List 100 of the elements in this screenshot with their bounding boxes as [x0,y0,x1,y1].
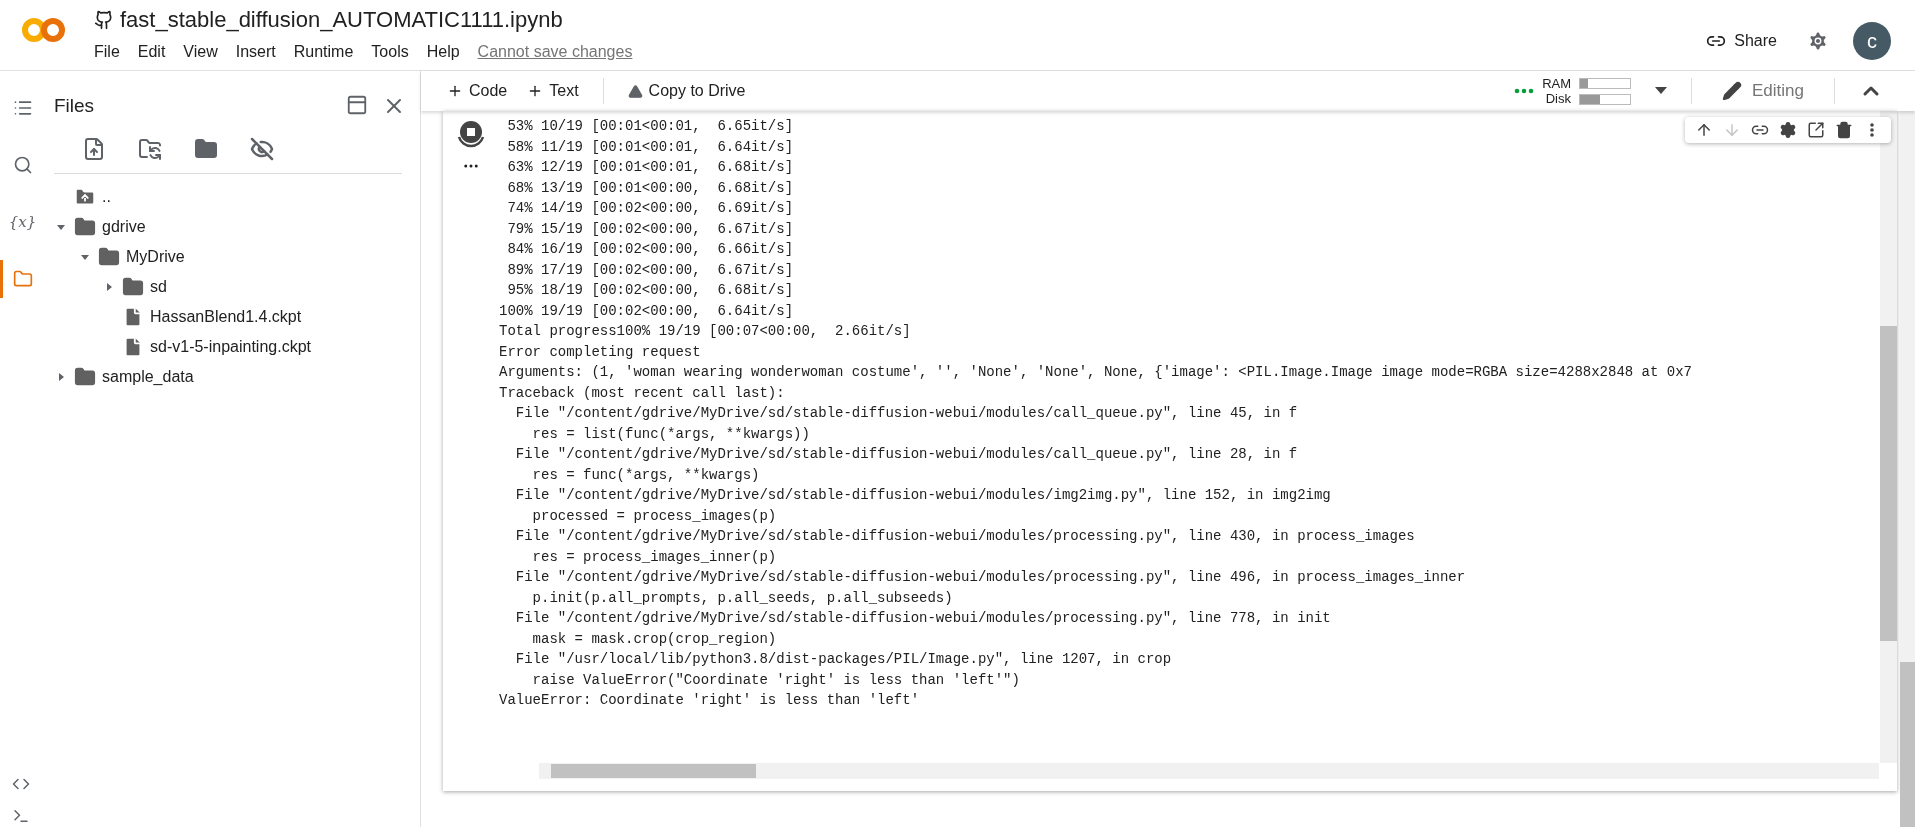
output-line: res = list(func(*args, **kwargs)) [531,424,810,444]
search-icon [12,155,33,175]
dropdown-caret-icon [1655,87,1667,95]
drive-icon [627,83,643,99]
output-line: Error completing request [499,342,701,362]
window-icon [346,94,368,116]
folder-icon [74,366,96,388]
toolbar-button[interactable]: Text [517,78,589,104]
menu-item[interactable]: Runtime [285,43,362,61]
gear-icon [1779,121,1797,139]
account-avatar[interactable]: c [1853,22,1891,60]
output-line: Total progress100% 19/19 [00:07<00:00, 2.66it/s] [499,322,911,341]
pencil-icon [1722,81,1742,101]
file-name: MyDrive [126,248,185,266]
collapse-caret-icon[interactable] [56,222,66,232]
terminal-icon[interactable] [12,807,30,825]
page-scrollbar[interactable] [1900,111,1915,827]
menu-item[interactable]: Insert [227,43,284,61]
output-line: File "/content/gdrive/MyDrive/sd/stable-diffusion-webui/modules/call_queue.py", line 45, in f [514,404,1298,423]
folder-icon [194,137,218,161]
file-tree-item[interactable]: gdrive [42,212,420,242]
variables-button[interactable]: {x} [0,203,42,241]
output-line: File "/content/gdrive/MyDrive/sd/stable-diffusion-webui/modules/processing.py", line 496, in process_images_inner [514,568,1466,587]
output-line: File "/content/gdrive/MyDrive/sd/stable-diffusion-webui/modules/processing.py", line 430, in process_images [514,527,1415,546]
arrow-down-icon [1723,121,1741,139]
save-notice-link[interactable]: Cannot save changes [477,43,633,61]
output-line: processed = process_images(p) [531,506,777,526]
notebook-title[interactable]: fast_stable_diffusion_AUTOMATIC1111.ipynb [120,7,563,33]
menu-icon [12,98,33,118]
expand-caret-icon[interactable] [104,282,114,292]
file-tree-item[interactable]: sd [42,272,420,302]
file-name: sd [150,278,167,296]
output-line: 74% 14/19 [00:02<00:00, 6.69it/s] [506,199,794,218]
output-line: Traceback (most recent call last): [499,383,785,403]
file-tree-item[interactable]: .. [42,182,420,212]
output-line: raise ValueError("Coordinate 'right' is less than 'left'") [531,670,1020,690]
output-line: 95% 18/19 [00:02<00:00, 6.68it/s] [506,281,794,300]
output-line: mask = mask.crop(crop_region) [531,629,777,649]
disk-label: Disk [1545,91,1571,106]
file-name: gdrive [102,218,146,236]
github-icon [94,10,114,30]
output-line: File "/content/gdrive/MyDrive/sd/stable-diffusion-webui/modules/call_queue.py", line 28, in f [514,445,1298,464]
menu-item[interactable]: Edit [129,43,174,61]
toolbar-button[interactable]: Code [437,78,518,104]
output-line: 89% 17/19 [00:02<00:00, 6.67it/s] [506,260,794,280]
move-up-button[interactable] [1695,121,1713,139]
panel-title: Files [54,95,95,117]
trash-icon [1835,121,1853,139]
share-button[interactable]: Share [1700,27,1783,55]
output-line: File "/content/gdrive/MyDrive/sd/stable-diffusion-webui/modules/img2img.py", line 152, in img2img [514,486,1331,505]
output-line: Arguments: (1, 'woman wearing wonderwoman costume', '', 'None', 'None', None, {'image': <PIL.Image.Image image mode=RGBA size=4288x2848 at 0x7 [499,363,1692,382]
file-name: sd-v1-5-inpainting.ckpt [150,338,311,356]
ram-label: RAM [1542,76,1571,91]
output-line: 84% 16/19 [00:02<00:00, 6.66it/s] [506,240,794,259]
connected-dots-icon [1514,88,1535,94]
mirror-cell-button[interactable] [1807,121,1825,139]
folder-refresh-icon [138,137,162,161]
output-line: res = process_images_inner(p) [531,547,777,567]
output-line: res = func(*args, **kwargs) [531,465,760,485]
menu-item[interactable]: Help [418,43,468,61]
output-line: 100% 19/19 [00:02<00:00, 6.64it/s] [499,301,794,321]
stop-button[interactable] [456,119,486,149]
vertical-scrollbar[interactable] [1880,111,1897,763]
output-line: File "/content/gdrive/MyDrive/sd/stable-diffusion-webui/modules/processing.py", line 778, in init [514,609,1331,628]
output-line: 58% 11/19 [00:01<00:01, 6.64it/s] [506,137,794,157]
file-tree-item[interactable]: MyDrive [42,242,420,272]
menu-item[interactable]: File [94,43,128,61]
mirror-icon [1807,121,1825,139]
expand-caret-icon[interactable] [56,372,66,382]
file-tree-item[interactable]: HassanBlend1.4.ckpt [42,302,420,332]
file-name: HassanBlend1.4.ckpt [150,308,302,326]
hide-files-button[interactable] [248,135,276,163]
plus-icon [447,83,463,99]
horizontal-scrollbar[interactable] [539,763,1879,779]
folder-icon [12,269,33,289]
menu-item[interactable]: Tools [363,43,417,61]
settings-button[interactable] [1779,121,1797,139]
menu-item[interactable]: View [175,43,226,61]
collapse-caret-icon[interactable] [80,252,90,262]
output-line: File "/usr/local/lib/python3.8/dist-packages/PIL/Image.py", line 1207, in crop [514,650,1172,669]
folder-icon [74,216,96,238]
output-line: p.init(p.all_prompts, p.all_seeds, p.all_subseeds) [531,588,953,608]
output-line: 63% 12/19 [00:01<00:01, 6.68it/s] [506,158,794,177]
editing-button[interactable]: Editing [1714,77,1812,105]
folder-icon [98,246,120,268]
file-tree-item[interactable]: sample_data [42,362,420,392]
delete-button[interactable] [1835,121,1853,139]
folder-icon [122,276,144,298]
gear-icon [1807,30,1829,52]
file-upload-icon [82,137,106,161]
eye-off-icon [250,137,274,161]
output-line: 79% 15/19 [00:02<00:00, 6.67it/s] [506,219,794,239]
output-line: 68% 13/19 [00:01<00:00, 6.68it/s] [506,178,794,198]
output-line: 53% 10/19 [00:01<00:01, 6.65it/s] [506,117,794,136]
more-vertical-icon [1870,123,1874,137]
file-name: .. [102,188,111,206]
output-line: ValueError: Coordinate 'right' is less than 'left' [499,691,920,710]
file-tree-item[interactable]: sd-v1-5-inpainting.ckpt [42,332,420,362]
file-name: sample_data [102,368,194,386]
toolbar-button[interactable]: Copy to Drive [617,78,756,104]
